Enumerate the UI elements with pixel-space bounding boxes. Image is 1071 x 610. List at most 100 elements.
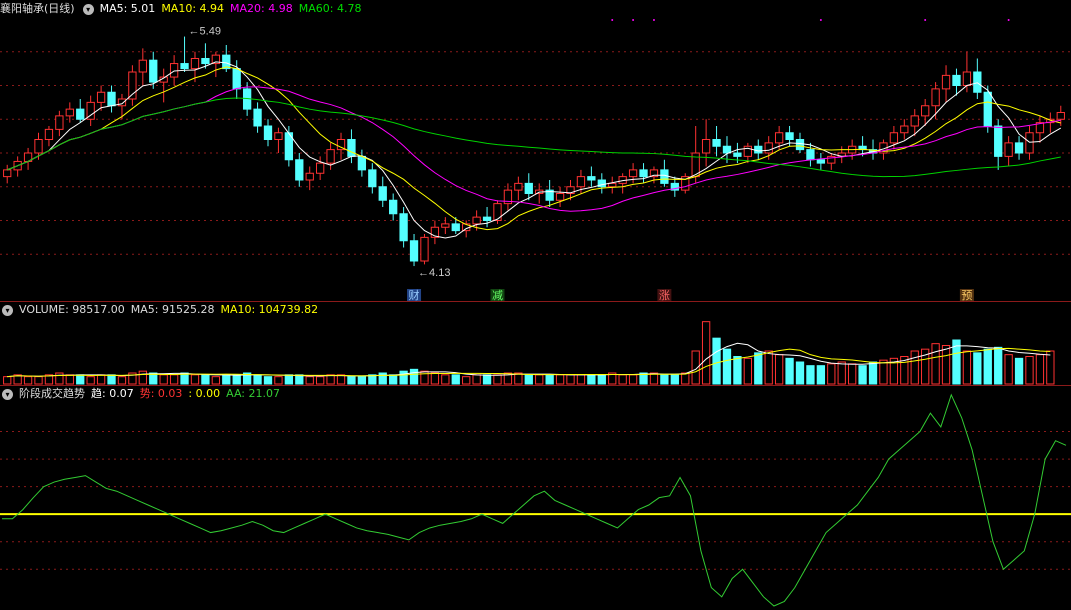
candle-body <box>754 145 763 154</box>
candle-body <box>774 132 784 144</box>
volume-bar <box>712 337 721 385</box>
candle-body <box>952 74 961 86</box>
volume-bar <box>190 374 200 385</box>
volume-bar <box>962 350 972 385</box>
volume-bar <box>722 348 732 385</box>
low-label: ←4.13 <box>418 267 450 279</box>
volume-bar <box>138 370 147 385</box>
candle-body <box>514 182 523 191</box>
event-label: 财 <box>409 288 420 302</box>
candle-body <box>628 169 638 178</box>
volume-bar <box>597 374 606 385</box>
candle-body <box>941 74 951 90</box>
stock-chart[interactable]: ←5.49 ←4.13 财 减 涨 预 <box>0 0 1071 610</box>
candle-body <box>451 223 460 232</box>
candle-body <box>305 172 314 181</box>
candle-body <box>138 59 147 73</box>
candle-body <box>1056 112 1065 120</box>
volume-bar <box>795 361 805 385</box>
volume-bar <box>587 374 596 385</box>
candle-body <box>576 176 586 188</box>
volume-bar <box>420 370 429 385</box>
volume-bar <box>399 370 408 385</box>
volume-bar <box>973 352 982 385</box>
candle-body <box>399 213 408 242</box>
candle-body <box>316 162 325 174</box>
volume-bar <box>701 321 711 385</box>
candle-body <box>973 71 982 93</box>
candle-body <box>357 155 367 171</box>
volume-bar <box>774 354 784 385</box>
volume-bar <box>733 356 742 385</box>
candle-body <box>274 132 283 140</box>
volume-bar <box>295 374 304 385</box>
candle-body <box>994 125 1003 157</box>
volume-bar <box>107 374 116 385</box>
candle-body <box>900 125 909 134</box>
volume-bar <box>316 376 325 385</box>
high-label: ←5.49 <box>189 26 221 38</box>
volume-bar <box>983 348 992 385</box>
candle-body <box>816 159 826 164</box>
candle-body <box>180 63 189 70</box>
candle-body <box>733 152 742 157</box>
signal-dot <box>652 19 655 21</box>
volume-bar <box>827 363 836 385</box>
volume-bar <box>336 374 346 385</box>
volume-bar <box>462 376 471 385</box>
candle-body <box>232 68 241 90</box>
candle-body <box>378 186 387 201</box>
candle-body <box>889 132 899 144</box>
candle-body <box>743 145 752 157</box>
volume-bar <box>1025 356 1034 385</box>
volume-bar <box>566 374 575 385</box>
candle-body <box>253 108 262 127</box>
volume-bar <box>1014 357 1024 385</box>
volume-bar <box>816 365 826 385</box>
candle-body <box>263 125 273 140</box>
candle-body <box>326 149 335 164</box>
candle-body <box>660 169 669 184</box>
candle-body <box>44 128 54 140</box>
volume-bar <box>1004 354 1013 385</box>
volume-bar <box>169 374 179 385</box>
volume-bar <box>222 374 231 385</box>
candle-body <box>1025 132 1034 154</box>
candle-body <box>420 236 429 262</box>
volume-bar <box>117 376 127 385</box>
candle-body <box>524 182 533 194</box>
volume-bar <box>284 374 294 385</box>
volume-bar <box>23 376 33 385</box>
volume-bar <box>1046 350 1055 385</box>
aa-line <box>2 393 1067 607</box>
candle-body <box>201 58 210 65</box>
volume-bar <box>159 374 168 385</box>
volume-bar <box>535 374 544 385</box>
signal-dot <box>819 19 822 21</box>
candle-body <box>55 115 64 130</box>
candle-body <box>931 88 940 107</box>
candle-body <box>482 216 492 221</box>
signal-dot <box>924 19 927 21</box>
volume-bar <box>628 374 638 385</box>
candle-body <box>910 115 919 127</box>
volume-bar <box>34 376 43 385</box>
signal-dot <box>1007 19 1010 21</box>
volume-bar <box>253 374 262 385</box>
volume-bar <box>430 372 440 385</box>
volume-bar <box>482 374 492 385</box>
volume-bar <box>764 350 773 385</box>
candle-body <box>441 223 450 228</box>
volume-bar <box>743 357 752 385</box>
candle-body <box>555 193 565 201</box>
candle-body <box>701 139 711 154</box>
candle-body <box>409 240 419 262</box>
volume-bar <box>660 374 669 385</box>
volume-bar <box>347 376 356 385</box>
volume-bar <box>493 374 502 385</box>
candle-body <box>587 176 596 181</box>
candle-body <box>65 108 74 117</box>
candle-body <box>795 139 805 151</box>
volume-bar <box>681 372 690 385</box>
candle-body <box>76 108 85 120</box>
